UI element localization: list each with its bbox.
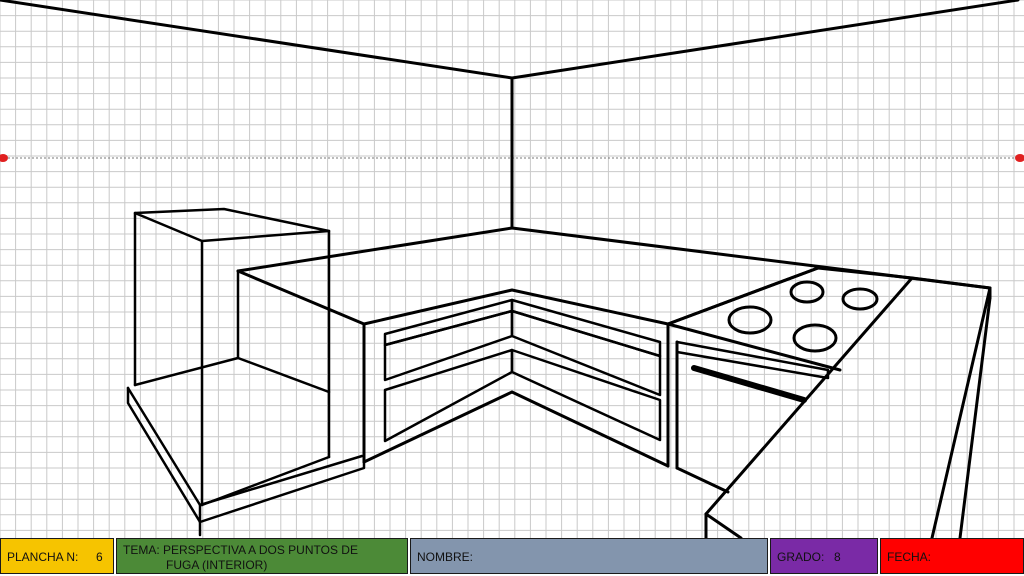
perspective-drawing-sheet: [0, 0, 1024, 540]
plancha-label: PLANCHA N:: [7, 550, 79, 564]
grado-label: GRADO:: [777, 550, 825, 564]
grado-value: 8: [834, 550, 841, 564]
left-vanishing-point: [0, 154, 8, 162]
tema-line-2: FUGA (INTERIOR): [166, 558, 268, 572]
tema-line-1: TEMA: PERSPECTIVA A DOS PUNTOS DE: [123, 543, 358, 557]
fecha-field[interactable]: FECHA:: [880, 538, 1024, 574]
tema-field: TEMA: PERSPECTIVA A DOS PUNTOS DE FUGA (…: [116, 538, 408, 574]
lower-cabinets: [362, 298, 670, 468]
plancha-field: PLANCHA N: 6: [0, 538, 114, 574]
grado-field: GRADO: 8: [770, 538, 878, 574]
title-block: PLANCHA N: 6 TEMA: PERSPECTIVA A DOS PUN…: [0, 538, 1024, 576]
plancha-value: 6: [96, 550, 103, 564]
fecha-label: FECHA:: [887, 550, 932, 564]
stove: [666, 266, 914, 494]
nombre-field[interactable]: NOMBRE:: [410, 538, 768, 574]
nombre-label: NOMBRE:: [417, 550, 474, 564]
counter-top: [236, 226, 992, 468]
right-vanishing-point: [1015, 154, 1024, 162]
room-walls: [0, 0, 1020, 230]
